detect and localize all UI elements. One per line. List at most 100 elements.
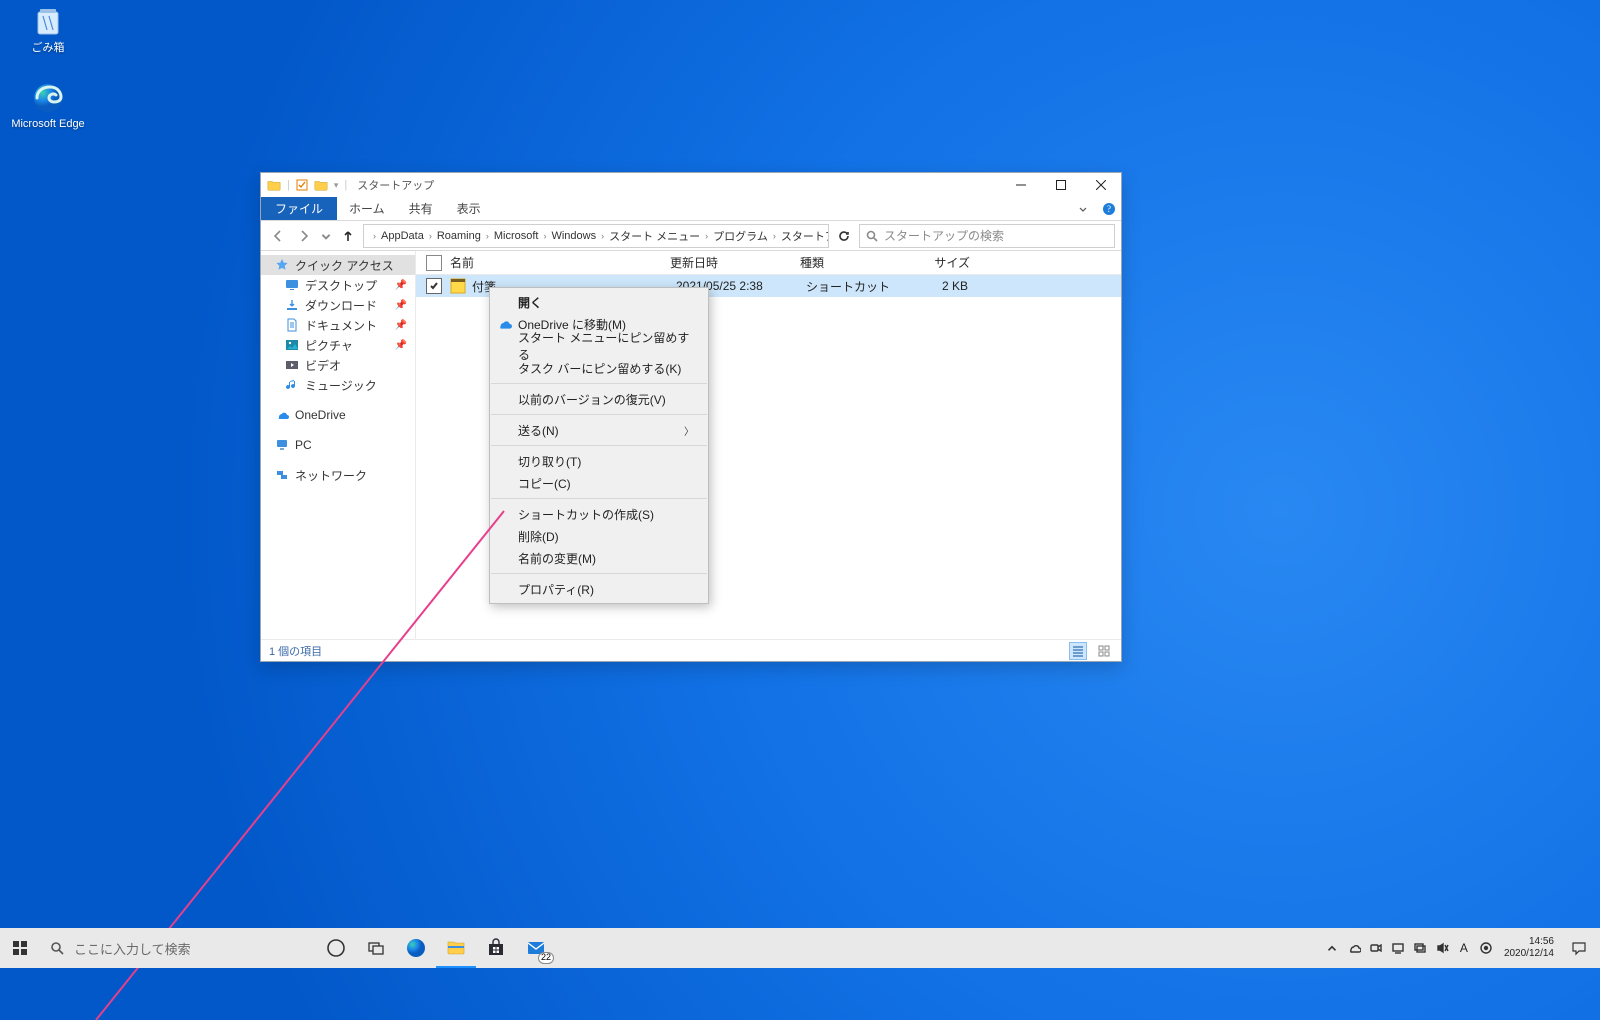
pin-icon: 📌 [395, 280, 407, 291]
start-button[interactable] [0, 928, 40, 968]
address-bar[interactable]: › AppData› Roaming› Microsoft› Windows› … [363, 224, 829, 248]
nav-forward-button[interactable] [293, 225, 315, 247]
recycle-bin-desktop-icon[interactable]: ごみ箱 [8, 4, 88, 74]
cm-separator [491, 445, 707, 446]
cm-pin-start[interactable]: スタート メニューにピン留めする [490, 335, 708, 357]
col-size[interactable]: サイズ [910, 254, 970, 271]
col-type[interactable]: 種類 [800, 254, 910, 271]
nav-history-button[interactable] [319, 225, 333, 247]
nav-quick-access[interactable]: クイック アクセス [261, 255, 415, 275]
crumb-startmenu[interactable]: スタート メニュー [607, 228, 702, 244]
music-icon [285, 378, 299, 392]
explorer-taskbar-icon[interactable] [436, 928, 476, 968]
tray-location-icon[interactable] [1476, 928, 1496, 968]
crumb-microsoft[interactable]: Microsoft [492, 230, 541, 242]
status-bar: 1 個の項目 [261, 639, 1121, 661]
chevron-right-icon: 〉 [684, 423, 694, 438]
video-icon [285, 358, 299, 372]
edge-taskbar-icon[interactable] [396, 928, 436, 968]
cm-create-shortcut[interactable]: ショートカットの作成(S) [490, 503, 708, 525]
network-icon [275, 468, 289, 482]
folder-small-icon [314, 178, 328, 192]
cm-pin-taskbar[interactable]: タスク バーにピン留めする(K) [490, 357, 708, 379]
crumb-windows[interactable]: Windows [549, 230, 598, 242]
cm-send-to[interactable]: 送る(N)〉 [490, 419, 708, 441]
picture-icon [285, 338, 299, 352]
view-large-icons-button[interactable] [1095, 642, 1113, 660]
close-button[interactable] [1081, 173, 1121, 197]
nav-documents[interactable]: ドキュメント📌 [261, 315, 415, 335]
pin-icon: 📌 [395, 340, 407, 351]
col-date[interactable]: 更新日時 [670, 254, 800, 271]
cm-restore-previous[interactable]: 以前のバージョンの復元(V) [490, 388, 708, 410]
tray-ime-icon[interactable]: A [1454, 928, 1474, 968]
cm-open[interactable]: 開く [490, 291, 708, 313]
tab-home[interactable]: ホーム [337, 197, 397, 220]
desktop-icons: ごみ箱 Microsoft Edge [8, 4, 88, 156]
clock-time: 14:56 [1529, 936, 1554, 948]
nav-up-button[interactable] [337, 225, 359, 247]
store-taskbar-icon[interactable] [476, 928, 516, 968]
nav-desktop[interactable]: デスクトップ📌 [261, 275, 415, 295]
checkbox-icon [296, 179, 308, 191]
cm-separator [491, 498, 707, 499]
tray-chevron-up-icon[interactable] [1322, 928, 1342, 968]
refresh-button[interactable] [833, 225, 855, 247]
nav-music[interactable]: ミュージック [261, 375, 415, 395]
mail-taskbar-icon[interactable]: 22 [516, 928, 556, 968]
nav-back-button[interactable] [267, 225, 289, 247]
col-name[interactable]: 名前 [450, 254, 670, 271]
nav-onedrive[interactable]: OneDrive [261, 405, 415, 425]
titlebar[interactable]: | ▾ | スタートアップ [261, 173, 1121, 197]
maximize-button[interactable] [1041, 173, 1081, 197]
search-box[interactable]: スタートアップの検索 [859, 224, 1115, 248]
nav-network[interactable]: ネットワーク [261, 465, 415, 485]
cm-delete[interactable]: 削除(D) [490, 525, 708, 547]
action-center-button[interactable] [1562, 928, 1596, 968]
tab-share[interactable]: 共有 [397, 197, 445, 220]
nav-downloads[interactable]: ダウンロード📌 [261, 295, 415, 315]
pinned-apps: 22 [316, 928, 556, 968]
search-placeholder: スタートアップの検索 [884, 227, 1004, 244]
task-view-button[interactable] [356, 928, 396, 968]
crumb-roaming[interactable]: Roaming [435, 230, 483, 242]
cm-properties[interactable]: プロパティ(R) [490, 578, 708, 600]
edge-label: Microsoft Edge [11, 118, 84, 131]
tray-volume-icon[interactable] [1432, 928, 1452, 968]
cm-separator [491, 383, 707, 384]
column-headers[interactable]: 名前 更新日時 種類 サイズ [416, 251, 1121, 275]
nav-pc[interactable]: PC [261, 435, 415, 455]
tab-file[interactable]: ファイル [261, 197, 337, 220]
cm-rename[interactable]: 名前の変更(M) [490, 547, 708, 569]
nav-videos[interactable]: ビデオ [261, 355, 415, 375]
tray-network-icon[interactable] [1410, 928, 1430, 968]
desktop-icon [285, 278, 299, 292]
tab-view[interactable]: 表示 [445, 197, 493, 220]
onedrive-icon [496, 316, 512, 332]
cm-separator [491, 573, 707, 574]
onedrive-icon [275, 408, 289, 422]
tray-clock[interactable]: 14:56 2020/12/14 [1498, 928, 1560, 968]
search-icon [866, 230, 878, 242]
select-all-checkbox[interactable] [426, 255, 442, 271]
tray-vm-icon[interactable] [1388, 928, 1408, 968]
minimize-button[interactable] [1001, 173, 1041, 197]
ribbon-expand-button[interactable] [1069, 197, 1097, 220]
tray-onedrive-icon[interactable] [1344, 928, 1364, 968]
pin-icon: 📌 [395, 300, 407, 311]
row-checkbox[interactable] [426, 278, 442, 294]
crumb-programs[interactable]: プログラム [711, 228, 770, 244]
help-button[interactable]: ? [1097, 197, 1121, 220]
crumb-appdata[interactable]: AppData [379, 230, 426, 242]
cm-cut[interactable]: 切り取り(T) [490, 450, 708, 472]
nav-pictures[interactable]: ピクチャ📌 [261, 335, 415, 355]
cm-separator [491, 414, 707, 415]
tray-meet-icon[interactable] [1366, 928, 1386, 968]
view-details-button[interactable] [1069, 642, 1087, 660]
taskbar-search[interactable]: ここに入力して検索 [40, 928, 316, 968]
crumb-startup[interactable]: スタートアップ [779, 228, 829, 244]
cm-copy[interactable]: コピー(C) [490, 472, 708, 494]
edge-desktop-icon[interactable]: Microsoft Edge [8, 80, 88, 150]
cortana-button[interactable] [316, 928, 356, 968]
search-icon [50, 941, 64, 955]
